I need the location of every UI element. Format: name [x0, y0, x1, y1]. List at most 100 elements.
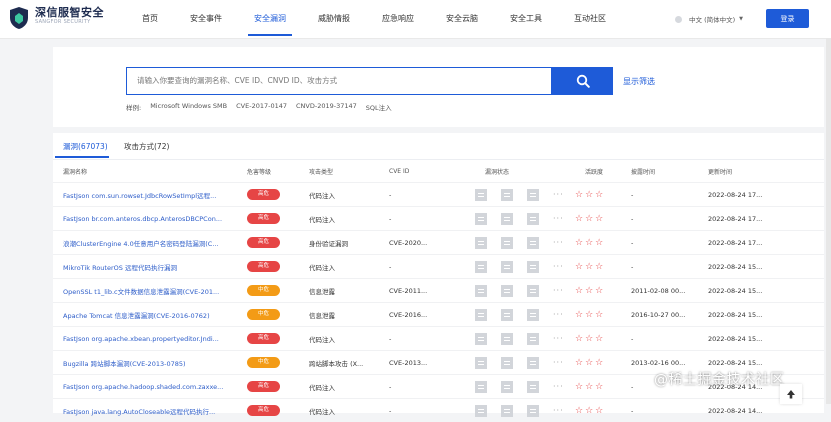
- tab-attack-methods[interactable]: 攻击方式(72): [124, 141, 169, 152]
- table-row[interactable]: 浪潮ClusterEngine 4.0任意用户名密码登陆漏洞(C...高危身份验…: [53, 231, 824, 255]
- vuln-name-link[interactable]: 浪潮ClusterEngine 4.0任意用户名密码登陆漏洞(C...: [53, 231, 247, 255]
- cve-id: -: [389, 183, 463, 207]
- example-link[interactable]: CVE-2017-0147: [236, 102, 287, 112]
- attack-type: 代码注入: [309, 399, 389, 422]
- document-icon: [501, 189, 513, 201]
- show-filters-link[interactable]: 显示筛选: [623, 76, 655, 87]
- nav-home[interactable]: 首页: [126, 0, 174, 38]
- col-header-status: 漏洞状态: [463, 160, 575, 183]
- brand-subtitle: SANGFOR SECURITY: [35, 19, 104, 26]
- vuln-name-link[interactable]: Bugzilla 跨站脚本漏洞(CVE-2013-0785): [53, 351, 247, 375]
- example-link[interactable]: CNVD-2019-37147: [296, 102, 357, 112]
- disclosed-time: 2016-10-27 00...: [631, 303, 708, 327]
- table-row[interactable]: Apache Tomcat 信息泄露漏洞(CVE-2016-0762)中危信息泄…: [53, 303, 824, 327]
- vuln-name-link[interactable]: FastJson org.apache.xbean.propertyeditor…: [53, 327, 247, 351]
- nav-security-tools[interactable]: 安全工具: [494, 0, 558, 38]
- table-row[interactable]: FastJson com.sun.rowset.JdbcRowSetImpl远程…: [53, 183, 824, 207]
- more-icon[interactable]: ···: [553, 334, 564, 343]
- col-header-activity: 活跃度: [575, 160, 631, 183]
- arrow-up-icon: [786, 389, 796, 399]
- document-icon: [527, 357, 539, 369]
- disclosed-time: -: [631, 183, 708, 207]
- activity-stars: ☆☆☆: [575, 399, 631, 422]
- vuln-name-link[interactable]: FastJson java.lang.AutoCloseable远程代码执行..…: [53, 399, 247, 422]
- more-icon[interactable]: ···: [553, 286, 564, 295]
- cve-id: CVE-2011...: [389, 279, 463, 303]
- severity-badge: 高危: [247, 333, 280, 344]
- updated-time: 2022-08-24 17...: [708, 183, 824, 207]
- nav-security-events[interactable]: 安全事件: [174, 0, 238, 38]
- col-header-level: 危害等级: [247, 160, 309, 183]
- status-cell: ···: [463, 279, 575, 303]
- updated-time: 2022-08-24 15...: [708, 279, 824, 303]
- search-button[interactable]: [552, 67, 613, 95]
- nav-security-cloud[interactable]: 安全云脑: [430, 0, 494, 38]
- more-icon[interactable]: ···: [553, 406, 564, 415]
- vuln-name-link[interactable]: Apache Tomcat 信息泄露漏洞(CVE-2016-0762): [53, 303, 247, 327]
- nav-community[interactable]: 互动社区: [558, 0, 622, 38]
- brand-logo[interactable]: 深信服智安全 SANGFOR SECURITY: [8, 6, 104, 30]
- more-icon[interactable]: ···: [553, 262, 564, 271]
- login-button[interactable]: 登录: [766, 9, 809, 28]
- nav-vulnerabilities[interactable]: 安全漏洞: [238, 0, 302, 38]
- col-header-updated: 更新时间: [708, 160, 824, 183]
- activity-stars: ☆☆☆: [575, 183, 631, 207]
- search-input[interactable]: 请输入你要查询的漏洞名称、CVE ID、CNVD ID、攻击方式: [126, 67, 552, 95]
- table-row[interactable]: FastJson org.apache.xbean.propertyeditor…: [53, 327, 824, 351]
- severity-cell: 中危: [247, 351, 309, 375]
- vuln-name-link[interactable]: FastJson br.com.anteros.dbcp.AnterosDBCP…: [53, 207, 247, 231]
- nav-threat-intel[interactable]: 威胁情报: [302, 0, 366, 38]
- back-to-top-button[interactable]: [780, 384, 802, 404]
- status-cell: ···: [463, 399, 575, 422]
- vuln-name-link[interactable]: FastJson org.apache.hadoop.shaded.com.za…: [53, 375, 247, 399]
- cve-id: -: [389, 207, 463, 231]
- cve-id: CVE-2020...: [389, 231, 463, 255]
- document-icon: [501, 261, 513, 273]
- status-cell: ···: [463, 303, 575, 327]
- more-icon[interactable]: ···: [553, 238, 564, 247]
- severity-cell: 中危: [247, 279, 309, 303]
- more-icon[interactable]: ···: [553, 190, 564, 199]
- tab-vulnerabilities[interactable]: 漏洞(67073): [63, 141, 108, 152]
- language-label: 中文 (简体中文): [689, 14, 735, 24]
- activity-stars: ☆☆☆: [575, 303, 631, 327]
- activity-stars: ☆☆☆: [575, 327, 631, 351]
- col-header-name: 漏洞名称: [53, 160, 247, 183]
- updated-time: 2022-08-24 14...: [708, 399, 824, 422]
- status-cell: ···: [463, 231, 575, 255]
- example-link[interactable]: Microsoft Windows SMB: [150, 102, 227, 112]
- search-icon: [576, 74, 590, 88]
- severity-cell: 高危: [247, 327, 309, 351]
- document-icon: [527, 189, 539, 201]
- nav-incident-response[interactable]: 应急响应: [366, 0, 430, 38]
- status-cell: ···: [463, 255, 575, 279]
- disclosed-time: 2011-02-08 00...: [631, 279, 708, 303]
- table-row[interactable]: OpenSSL t1_lib.c文件数据信息泄露漏洞(CVE-201...中危信…: [53, 279, 824, 303]
- document-icon: [527, 237, 539, 249]
- updated-time: 2022-08-24 17...: [708, 207, 824, 231]
- document-icon: [501, 309, 513, 321]
- severity-badge: 高危: [247, 189, 280, 200]
- vuln-name-link[interactable]: FastJson com.sun.rowset.JdbcRowSetImpl远程…: [53, 183, 247, 207]
- more-icon[interactable]: ···: [553, 310, 564, 319]
- attack-type: 信息泄露: [309, 279, 389, 303]
- star-rating-icon: ☆☆☆: [575, 214, 605, 224]
- example-link[interactable]: SQL注入: [366, 102, 392, 112]
- language-selector[interactable]: 中文 (简体中文) ▼: [675, 14, 743, 24]
- vuln-name-link[interactable]: MikroTik RouterOS 远程代码执行漏洞: [53, 255, 247, 279]
- more-icon[interactable]: ···: [553, 358, 564, 367]
- disclosed-time: -: [631, 231, 708, 255]
- more-icon[interactable]: ···: [553, 382, 564, 391]
- table-row[interactable]: FastJson java.lang.AutoCloseable远程代码执行..…: [53, 399, 824, 422]
- table-row[interactable]: MikroTik RouterOS 远程代码执行漏洞高危代码注入-···☆☆☆-…: [53, 255, 824, 279]
- severity-badge: 高危: [247, 261, 280, 272]
- chevron-down-icon: ▼: [739, 16, 743, 22]
- more-icon[interactable]: ···: [553, 214, 564, 223]
- document-icon: [475, 405, 487, 417]
- document-icon: [527, 285, 539, 297]
- status-cell: ···: [463, 327, 575, 351]
- vuln-name-link[interactable]: OpenSSL t1_lib.c文件数据信息泄露漏洞(CVE-201...: [53, 279, 247, 303]
- table-row[interactable]: FastJson br.com.anteros.dbcp.AnterosDBCP…: [53, 207, 824, 231]
- page-scrollbar[interactable]: [826, 38, 831, 404]
- document-icon: [527, 261, 539, 273]
